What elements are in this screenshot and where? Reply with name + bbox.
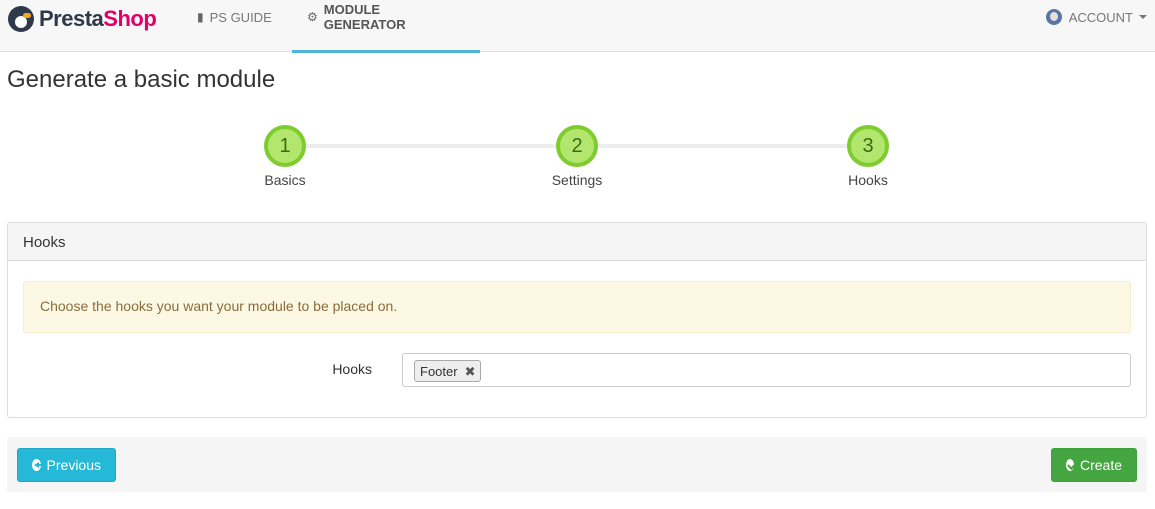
step-label: Settings — [551, 172, 603, 188]
brand-name-part2: Shop — [103, 6, 157, 31]
nav-module-generator-label: MODULE GENERATOR — [323, 2, 406, 32]
avatar — [1045, 9, 1062, 25]
hooks-field-label: Hooks — [332, 361, 372, 377]
step-label: Basics — [264, 172, 306, 188]
prestashop-logo[interactable]: PrestaShop — [8, 4, 157, 34]
brand-name-part1: Presta — [39, 6, 104, 31]
nav-ps-guide[interactable]: ▮ PS GUIDE — [182, 0, 287, 43]
page-title: Generate a basic module — [7, 66, 276, 93]
step-settings[interactable]: 2 Settings — [527, 125, 627, 188]
previous-button-label: Previous — [46, 457, 101, 473]
panel-heading: Hooks — [8, 223, 1146, 261]
remove-tag-icon[interactable]: ✖ — [465, 365, 476, 378]
wizard-footer: Previous Create — [7, 437, 1147, 492]
nav-module-generator[interactable]: ⚙ MODULE GENERATOR — [292, 0, 480, 43]
hooks-form-row: Hooks Footer ✖ — [8, 353, 1146, 387]
previous-button[interactable]: Previous — [17, 448, 116, 482]
arrow-left-circle-icon — [32, 459, 42, 471]
hook-tag: Footer ✖ — [414, 360, 482, 382]
hook-tag-label: Footer — [420, 363, 458, 379]
step-number: 3 — [847, 125, 889, 167]
step-number: 2 — [556, 125, 598, 167]
book-icon: ▮ — [197, 10, 204, 24]
info-alert: Choose the hooks you want your module to… — [23, 281, 1131, 333]
create-button-label: Create — [1079, 457, 1122, 473]
nav-ps-guide-label: PS GUIDE — [209, 9, 272, 25]
check-circle-icon — [1066, 459, 1074, 471]
puffin-logo-icon — [8, 6, 34, 32]
active-tab-indicator — [292, 50, 480, 53]
step-label: Hooks — [848, 172, 888, 188]
account-label: ACCOUNT — [1068, 9, 1133, 25]
wizard-stepper: 1 Basics 2 Settings 3 Hooks — [0, 118, 1155, 198]
top-navbar: PrestaShop ▮ PS GUIDE ⚙ MODULE GENERATOR… — [0, 0, 1155, 53]
caret-down-icon — [1139, 15, 1147, 19]
cogs-icon: ⚙ — [307, 10, 318, 24]
hooks-panel: Hooks Choose the hooks you want your mod… — [7, 222, 1147, 418]
account-menu[interactable]: ACCOUNT — [1045, 0, 1147, 43]
create-button[interactable]: Create — [1051, 448, 1137, 482]
hooks-tag-input[interactable]: Footer ✖ — [402, 353, 1131, 387]
step-hooks[interactable]: 3 Hooks — [818, 125, 918, 188]
step-basics[interactable]: 1 Basics — [235, 125, 335, 188]
step-number: 1 — [264, 125, 306, 167]
